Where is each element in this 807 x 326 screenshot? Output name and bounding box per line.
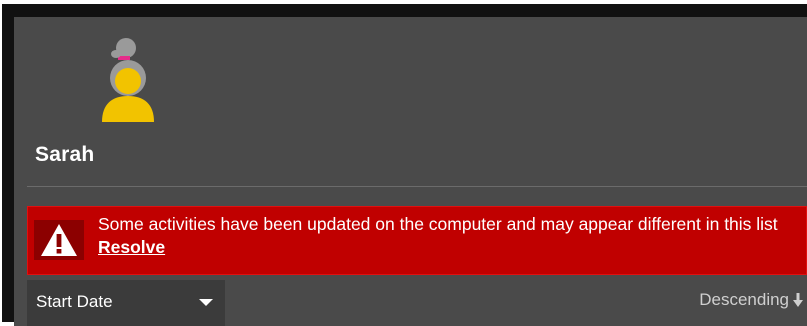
- warning-icon-container: [34, 220, 84, 260]
- sort-field-label: Start Date: [36, 292, 113, 311]
- warning-icon: [41, 224, 77, 256]
- alert-message-wrapper: Some activities have been updated on the…: [98, 213, 798, 259]
- warning-alert-banner: Some activities have been updated on the…: [27, 206, 807, 275]
- user-name: Sarah: [35, 143, 95, 166]
- resolve-link[interactable]: Resolve: [98, 237, 165, 257]
- window-frame: Sarah Some activities have been updated …: [2, 4, 807, 326]
- sort-order-toggle[interactable]: Descending: [699, 290, 803, 310]
- chevron-down-icon: [199, 299, 213, 306]
- sort-field-dropdown[interactable]: Start Date: [27, 280, 225, 326]
- alert-message: Some activities have been updated on the…: [98, 214, 778, 234]
- sort-order-label: Descending: [699, 290, 789, 309]
- arrow-down-icon: [793, 293, 803, 307]
- divider: [27, 186, 807, 187]
- girl-avatar-icon: [102, 38, 154, 122]
- user-panel: Sarah Some activities have been updated …: [14, 17, 807, 326]
